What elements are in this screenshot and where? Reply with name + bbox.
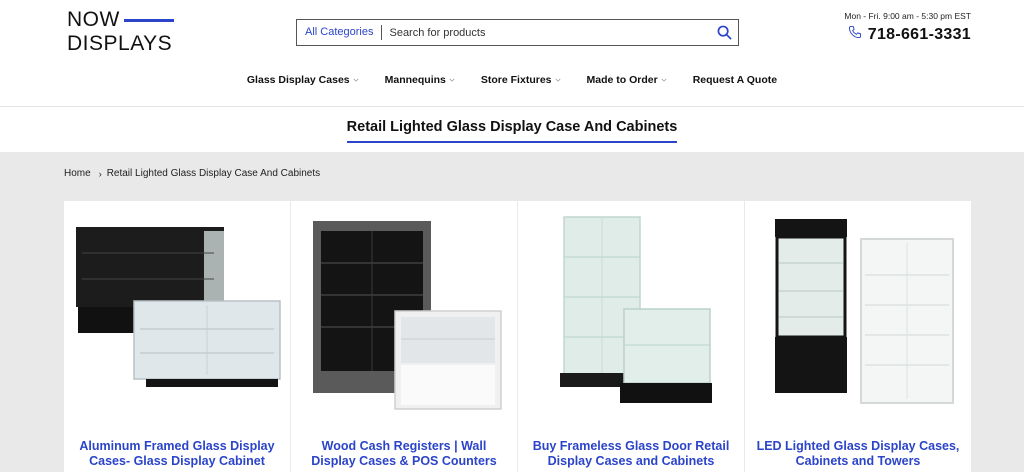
nav-label: Glass Display Cases (246, 74, 350, 86)
page-title-bar: Retail Lighted Glass Display Case And Ca… (0, 107, 1024, 152)
search-bar: All Categories (296, 19, 739, 46)
phone-link[interactable]: 718-661-3331 (848, 25, 971, 44)
product-card[interactable]: Aluminum Framed Glass Display Cases- Gla… (64, 201, 290, 472)
product-grid: Aluminum Framed Glass Display Cases- Gla… (64, 201, 971, 472)
product-card[interactable]: LED Lighted Glass Display Cases, Cabinet… (745, 201, 971, 472)
logo-line-2: DISPLAYS (67, 32, 173, 55)
product-image[interactable] (64, 201, 290, 427)
nav-label: Request A Quote (692, 74, 778, 86)
main-content: Home › Retail Lighted Glass Display Case… (0, 152, 1024, 472)
nav-made-to-order[interactable]: Made to Order (587, 74, 667, 86)
chevron-down-icon (353, 78, 359, 82)
product-card[interactable]: Buy Frameless Glass Door Retail Display … (518, 201, 744, 472)
logo-dash (123, 18, 174, 22)
product-image[interactable] (518, 201, 744, 427)
business-hours: Mon - Fri. 9:00 am - 5:30 pm EST (844, 11, 971, 21)
nav-mannequins[interactable]: Mannequins (385, 74, 455, 86)
logo-line-1: NOW (67, 8, 120, 31)
nav-store-fixtures[interactable]: Store Fixtures (481, 74, 561, 86)
site-logo[interactable]: NOW DISPLAYS (67, 8, 174, 56)
chevron-down-icon (554, 78, 561, 82)
phone-number: 718-661-3331 (867, 25, 971, 43)
nav-label: Mannequins (384, 74, 446, 86)
breadcrumb: Home › Retail Lighted Glass Display Case… (64, 168, 320, 179)
product-title[interactable]: Buy Frameless Glass Door Retail Display … (518, 439, 744, 469)
site-header: NOW DISPLAYS All Categories Mon - Fri. 9… (0, 0, 1024, 107)
nav-label: Made to Order (586, 74, 658, 86)
product-title[interactable]: Wood Cash Registers | Wall Display Cases… (291, 439, 517, 469)
search-input[interactable] (382, 26, 710, 39)
breadcrumb-home[interactable]: Home (64, 168, 91, 179)
breadcrumb-separator: › (98, 168, 102, 179)
main-nav: Glass Display Cases Mannequins Store Fix… (0, 74, 1024, 86)
nav-request-a-quote[interactable]: Request A Quote (693, 74, 777, 86)
product-card[interactable]: Wood Cash Registers | Wall Display Cases… (291, 201, 517, 472)
chevron-down-icon (661, 78, 667, 82)
product-title[interactable]: LED Lighted Glass Display Cases, Cabinet… (745, 439, 971, 469)
nav-label: Store Fixtures (480, 74, 552, 86)
page-title: Retail Lighted Glass Display Case And Ca… (346, 119, 678, 143)
breadcrumb-current: Retail Lighted Glass Display Case And Ca… (106, 168, 321, 179)
product-image[interactable] (291, 201, 517, 427)
category-select[interactable]: All Categories (297, 25, 383, 40)
phone-icon (848, 25, 862, 44)
chevron-down-icon (449, 78, 455, 82)
search-icon[interactable] (710, 20, 738, 45)
product-image[interactable] (745, 201, 971, 427)
product-title[interactable]: Aluminum Framed Glass Display Cases- Gla… (64, 439, 290, 469)
nav-glass-display-cases[interactable]: Glass Display Cases (247, 74, 359, 86)
